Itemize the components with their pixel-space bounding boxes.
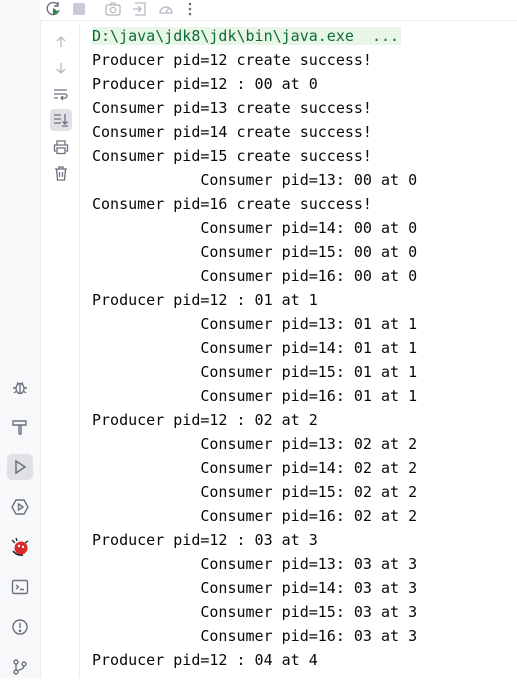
output-line: Producer pid=12 : 00 at 0	[92, 75, 318, 93]
output-lines: Producer pid=12 create success! Producer …	[92, 48, 517, 672]
output-line: Consumer pid=16: 02 at 2	[92, 507, 418, 525]
debug-icon[interactable]	[7, 374, 33, 400]
output-line: Consumer pid=16: 01 at 1	[92, 387, 418, 405]
output-line: Consumer pid=15: 03 at 3	[92, 603, 418, 621]
output-line: Consumer pid=13: 02 at 2	[92, 435, 418, 453]
output-line: Consumer pid=14: 03 at 3	[92, 579, 418, 597]
output-line: Consumer pid=13: 03 at 3	[92, 555, 418, 573]
plugin-icon[interactable]	[7, 534, 33, 560]
scroll-down-icon[interactable]	[50, 57, 72, 79]
output-line: Consumer pid=13 create success!	[92, 99, 372, 117]
console-gutter	[41, 24, 80, 678]
output-line: Consumer pid=13: 00 at 0	[92, 171, 418, 189]
clear-icon[interactable]	[50, 162, 72, 184]
output-line: Consumer pid=15 create success!	[92, 147, 372, 165]
output-line: Consumer pid=14: 00 at 0	[92, 219, 418, 237]
screenshot-icon[interactable]	[103, 0, 123, 18]
output-line: Consumer pid=14 create success!	[92, 123, 372, 141]
tool-window-stripe	[0, 0, 41, 678]
output-line: Consumer pid=13: 01 at 1	[92, 315, 418, 333]
terminal-icon[interactable]	[7, 574, 33, 600]
output-line: Producer pid=12 create success!	[92, 51, 372, 69]
output-line: Consumer pid=14: 01 at 1	[92, 339, 418, 357]
output-line: Consumer pid=16: 00 at 0	[92, 267, 418, 285]
print-icon[interactable]	[50, 136, 72, 158]
command-text[interactable]: D:\java\jdk8\jdk\bin\java.exe ...	[92, 27, 402, 45]
more-icon[interactable]	[180, 0, 200, 18]
services-icon[interactable]	[7, 494, 33, 520]
stop-icon[interactable]	[69, 0, 89, 18]
export-icon[interactable]	[130, 0, 150, 18]
profiler-icon[interactable]	[156, 0, 176, 18]
problems-icon[interactable]	[7, 614, 33, 640]
scroll-to-end-icon[interactable]	[50, 109, 72, 131]
output-line: Consumer pid=16 create success!	[92, 195, 372, 213]
rerun-icon[interactable]	[43, 0, 63, 18]
scroll-up-icon[interactable]	[50, 31, 72, 53]
output-line: Producer pid=12 : 04 at 4	[92, 651, 318, 669]
build-icon[interactable]	[7, 414, 33, 440]
output-line: Producer pid=12 : 03 at 3	[92, 531, 318, 549]
run-toolbar	[40, 0, 517, 21]
output-line: Consumer pid=15: 00 at 0	[92, 243, 418, 261]
output-line: Consumer pid=15: 01 at 1	[92, 363, 418, 381]
git-icon[interactable]	[7, 654, 33, 680]
console-output[interactable]: D:\java\jdk8\jdk\bin\java.exe ... Produc…	[92, 24, 517, 678]
run-icon[interactable]	[7, 454, 33, 480]
output-line: Consumer pid=15: 02 at 2	[92, 483, 418, 501]
output-line: Consumer pid=16: 03 at 3	[92, 627, 418, 645]
output-line: Producer pid=12 : 01 at 1	[92, 291, 318, 309]
output-line: Producer pid=12 : 02 at 2	[92, 411, 318, 429]
output-line: Consumer pid=14: 02 at 2	[92, 459, 418, 477]
soft-wrap-icon[interactable]	[50, 84, 72, 106]
command-line: D:\java\jdk8\jdk\bin\java.exe ...	[92, 24, 517, 48]
